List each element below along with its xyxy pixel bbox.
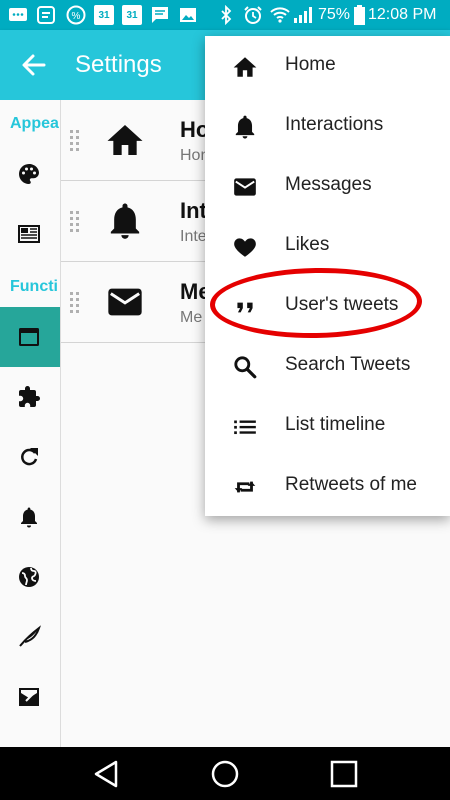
rail-item-refresh[interactable]	[0, 427, 60, 487]
wifi-icon	[270, 7, 290, 23]
rail-item-direct-message[interactable]	[0, 667, 60, 727]
chat-icon	[152, 7, 168, 23]
home-icon	[233, 57, 257, 77]
rail-item-tabs[interactable]	[0, 307, 60, 367]
status-bar: % 31 31 75% 12:08 PM	[0, 0, 450, 30]
bell-icon	[21, 507, 37, 528]
tab-icon	[19, 328, 39, 346]
quote-icon	[237, 302, 253, 313]
menu-item-messages[interactable]: Messages	[205, 156, 450, 216]
drag-handle-icon[interactable]	[69, 209, 81, 233]
menu-item-label: Messages	[285, 174, 372, 195]
back-icon[interactable]	[88, 756, 124, 792]
rail-item-newspaper[interactable]	[0, 204, 60, 264]
compose-icon	[19, 688, 39, 706]
menu-item-interactions[interactable]: Interactions	[205, 96, 450, 156]
list-item-subtitle: Inte	[180, 228, 207, 245]
puzzle-icon	[19, 386, 40, 407]
calendar-icon: 31	[94, 5, 114, 25]
mail-icon	[234, 178, 256, 196]
alarm-icon	[244, 6, 262, 24]
signal-icon	[294, 7, 312, 23]
rail-item-compose[interactable]	[0, 607, 60, 667]
heart-icon	[234, 238, 256, 257]
menu-item-retweets-of-me[interactable]: Retweets of me	[205, 456, 450, 516]
drag-handle-icon[interactable]	[69, 290, 81, 314]
menu-item-label: Home	[285, 54, 336, 75]
calendar-icon: 31	[122, 5, 142, 25]
rail-item-notifications[interactable]	[0, 487, 60, 547]
menu-item-label: Search Tweets	[285, 354, 411, 375]
svg-text:%: %	[72, 11, 81, 22]
battery-percent: 75%	[318, 6, 351, 23]
list-icon	[234, 420, 256, 435]
back-arrow-icon[interactable]	[14, 45, 54, 85]
tab-type-menu: Home Interactions Messages Likes User's …	[205, 36, 450, 516]
menu-item-home[interactable]: Home	[205, 36, 450, 96]
menu-item-search-tweets[interactable]: Search Tweets	[205, 336, 450, 396]
menu-item-label: Likes	[285, 234, 330, 255]
home-icon	[107, 125, 143, 155]
page-title: Settings	[75, 51, 162, 78]
menu-item-users-tweets[interactable]: User's tweets	[205, 276, 450, 336]
navigation-bar	[0, 747, 450, 800]
bell-icon	[110, 203, 140, 239]
percent-icon: %	[66, 5, 86, 25]
menu-item-likes[interactable]: Likes	[205, 216, 450, 276]
menu-item-list-timeline[interactable]: List timeline	[205, 396, 450, 456]
drag-handle-icon[interactable]	[69, 128, 81, 152]
menu-item-label: Interactions	[285, 114, 384, 135]
search-icon	[234, 356, 257, 379]
list-item-subtitle: Me	[180, 309, 203, 326]
refresh-icon	[21, 448, 38, 466]
menu-item-label: Retweets of me	[285, 474, 417, 495]
menu-item-label: List timeline	[285, 414, 386, 435]
appearance-header: Appea	[10, 115, 59, 132]
rail-item-palette[interactable]	[0, 144, 60, 204]
message-icon	[9, 8, 27, 21]
feather-icon	[19, 625, 41, 647]
retweet-icon	[234, 481, 256, 493]
rail-item-network[interactable]	[0, 547, 60, 607]
image-icon	[180, 8, 196, 22]
recents-icon[interactable]	[326, 756, 362, 792]
settings-category-rail: Appea Functi	[0, 100, 61, 747]
list-item-title: Int	[180, 198, 207, 223]
palette-icon	[19, 164, 39, 184]
menu-item-label: User's tweets	[285, 294, 399, 315]
battery-icon	[354, 5, 365, 25]
globe-icon	[19, 567, 39, 587]
home-circle-icon[interactable]	[207, 756, 243, 792]
mail-icon	[108, 288, 142, 316]
calendar-day: 31	[98, 10, 110, 21]
message-icon	[37, 6, 55, 24]
bell-icon	[235, 115, 255, 139]
newspaper-icon	[18, 225, 40, 243]
calendar-day: 31	[126, 10, 138, 21]
functions-header: Functi	[10, 278, 58, 295]
bluetooth-icon	[221, 5, 232, 25]
rail-item-extensions[interactable]	[0, 367, 60, 427]
clock: 12:08 PM	[368, 6, 437, 23]
